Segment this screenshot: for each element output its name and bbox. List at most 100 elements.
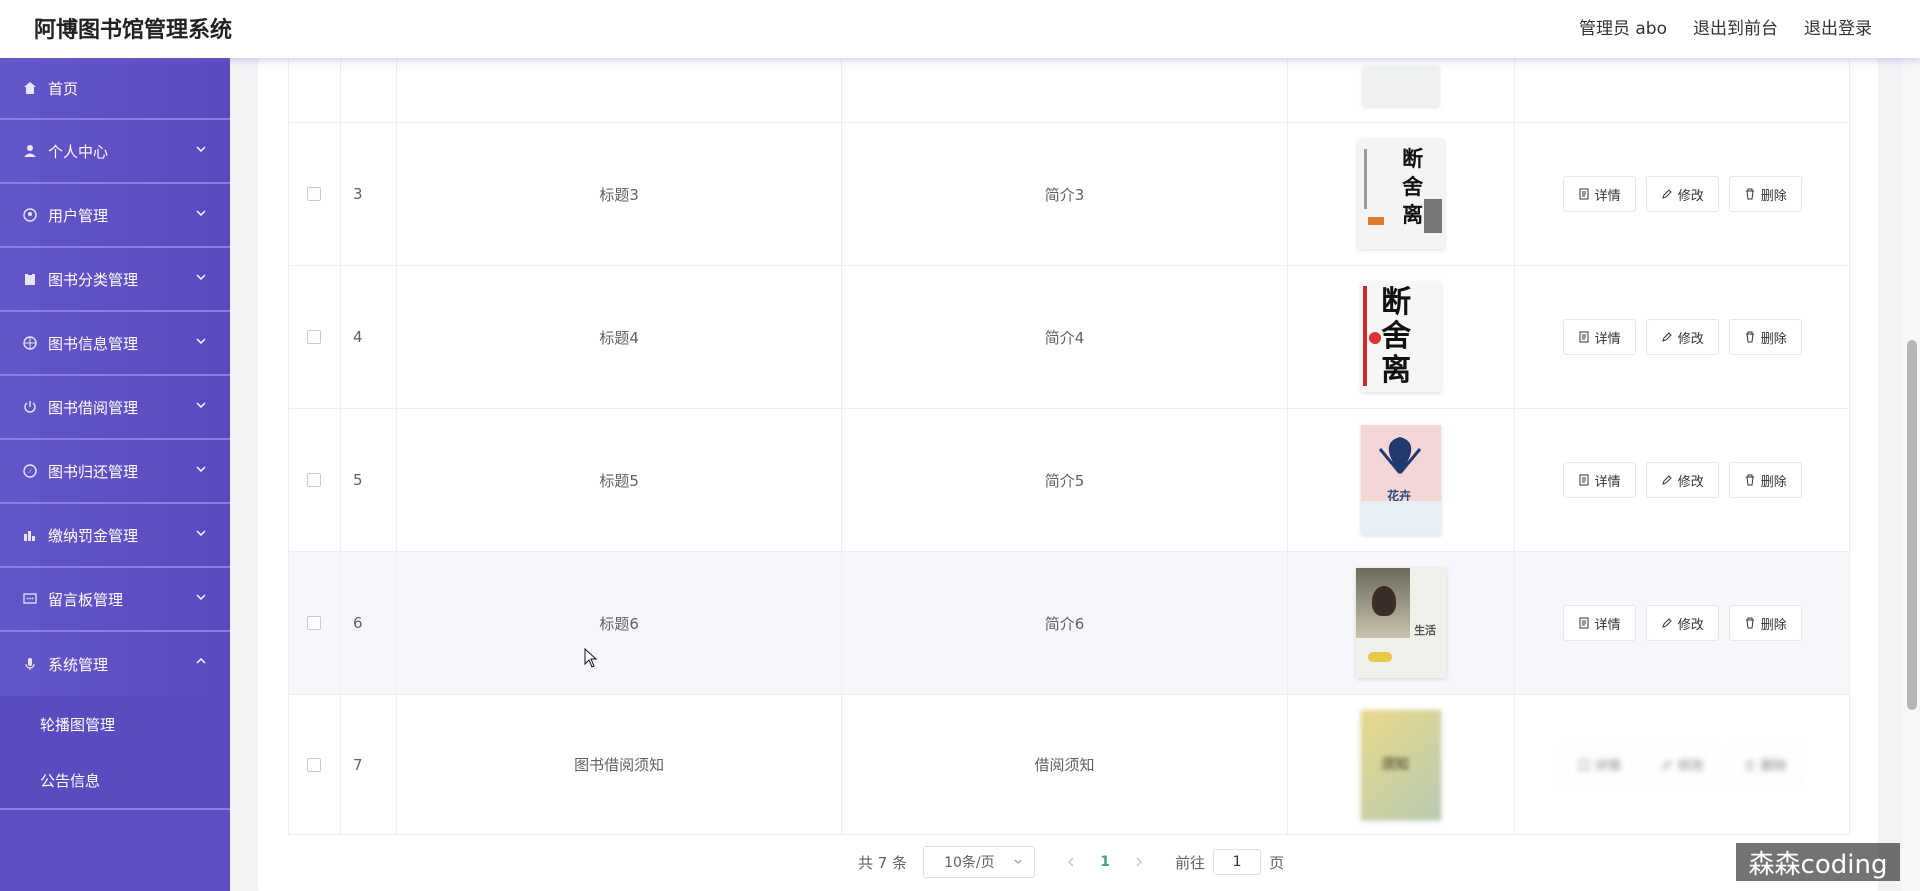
cover-decoration <box>1372 586 1397 616</box>
user-icon <box>22 143 38 159</box>
watermark: 森森coding <box>1736 843 1900 881</box>
page-scrollbar[interactable] <box>1902 58 1920 891</box>
delete-label: 删除 <box>1760 617 1787 633</box>
system-submenu: 轮播图管理 公告信息 <box>0 696 230 808</box>
sidebar: 首页 个人中心 用户管理 图书分类管理 图书信息管理 图书借阅管理 图书归还管理… <box>0 58 230 891</box>
edit-button[interactable]: 修改 <box>1645 746 1719 783</box>
chevron-down-icon <box>196 594 206 601</box>
row-cover-cell <box>1288 58 1516 122</box>
sidebar-item-book-info[interactable]: 图书信息管理 <box>0 312 230 376</box>
sidebar-subitem-notice[interactable]: 公告信息 <box>0 752 230 808</box>
front-link[interactable]: 退出到前台 <box>1693 14 1778 39</box>
sidebar-item-borrow[interactable]: 图书借阅管理 <box>0 376 230 440</box>
document-icon <box>1579 474 1589 486</box>
page-size-select[interactable]: 10条/页 <box>923 846 1036 878</box>
detail-button[interactable]: 详情 <box>1562 319 1636 355</box>
edit-label: 修改 <box>1677 188 1704 204</box>
edit-button[interactable]: 修改 <box>1645 462 1719 498</box>
cover-decoration <box>1368 652 1393 662</box>
prev-page-button[interactable] <box>1057 853 1085 872</box>
detail-button[interactable]: 详情 <box>1562 462 1636 498</box>
edit-button[interactable]: 修改 <box>1645 319 1719 355</box>
row-title: 标题6 <box>397 552 843 694</box>
sidebar-item-users[interactable]: 用户管理 <box>0 184 230 248</box>
pagination: 共 7 条 10条/页 1 前往 页 <box>858 846 1284 878</box>
admin-label[interactable]: 管理员 abo <box>1579 14 1667 39</box>
sidebar-item-label: 首页 <box>48 79 79 98</box>
table-row[interactable]: 3 标题3 简介3 断舍离 详情 修改 删除 <box>289 123 1849 266</box>
home-icon <box>22 80 38 96</box>
sidebar-item-label: 个人中心 <box>48 142 109 161</box>
edit-label: 修改 <box>1677 617 1704 633</box>
sidebar-item-messages[interactable]: 留言板管理 <box>0 568 230 632</box>
delete-button[interactable]: 删除 <box>1728 462 1802 498</box>
row-checkbox[interactable] <box>307 473 322 487</box>
detail-label: 详情 <box>1594 759 1621 774</box>
detail-button[interactable]: 详情 <box>1562 605 1636 641</box>
chevron-down-icon <box>1014 859 1022 864</box>
edit-label: 修改 <box>1677 759 1704 774</box>
delete-button[interactable]: 删除 <box>1728 319 1802 355</box>
sidebar-item-label: 缴纳罚金管理 <box>48 526 139 545</box>
sidebar-item-fines[interactable]: 缴纳罚金管理 <box>0 504 230 568</box>
goto-page-input[interactable] <box>1213 849 1262 875</box>
goto-suffix: 页 <box>1269 853 1285 872</box>
sidebar-item-personal[interactable]: 个人中心 <box>0 120 230 184</box>
row-intro: 简介3 <box>842 123 1288 265</box>
cover-decoration <box>1424 199 1443 233</box>
row-checkbox[interactable] <box>307 616 322 630</box>
detail-label: 详情 <box>1594 331 1621 347</box>
chevron-down-icon <box>196 338 206 345</box>
book-cover-image <box>1363 66 1440 106</box>
message-icon <box>22 591 38 607</box>
book-cover-image: 生活 <box>1356 568 1447 678</box>
row-index: 4 <box>341 266 397 408</box>
table-row[interactable]: 5 标题5 简介5 花卉 详情 修改 删除 <box>289 409 1849 552</box>
row-cover-cell: 生活 <box>1288 552 1516 694</box>
sidebar-item-return[interactable]: 图书归还管理 <box>0 440 230 504</box>
delete-label: 删除 <box>1760 188 1787 204</box>
cover-decoration <box>1364 149 1392 209</box>
sidebar-item-system[interactable]: 系统管理 <box>0 632 230 696</box>
pencil-icon <box>1661 332 1672 342</box>
sidebar-item-home[interactable]: 首页 <box>0 58 230 120</box>
trash-icon <box>1745 331 1754 343</box>
next-page-button[interactable] <box>1125 853 1153 872</box>
detail-button[interactable]: 详情 <box>1562 176 1636 212</box>
table-row[interactable]: 6 标题6 简介6 生活 详情 修改 删除 <box>289 552 1849 695</box>
chevron-left-icon <box>1068 857 1074 866</box>
edit-button[interactable]: 修改 <box>1645 605 1719 641</box>
sidebar-item-book-category[interactable]: 图书分类管理 <box>0 248 230 312</box>
sidebar-subitem-carousel[interactable]: 轮播图管理 <box>0 696 230 752</box>
delete-button[interactable]: 删除 <box>1728 176 1802 212</box>
delete-button[interactable]: 删除 <box>1728 605 1802 641</box>
row-title-cell <box>397 58 843 122</box>
delete-button[interactable]: 删除 <box>1728 746 1802 783</box>
main-panel: 3 标题3 简介3 断舍离 详情 修改 删除 4 标题4 简介4 断舍离 详情 … <box>258 58 1878 891</box>
trash-icon <box>1745 188 1754 200</box>
row-checkbox[interactable] <box>307 187 322 201</box>
header-links: 管理员 abo 退出到前台 退出登录 <box>1579 14 1872 39</box>
chevron-down-icon <box>196 210 206 217</box>
cover-title: 须知 <box>1381 756 1410 773</box>
trash-icon <box>1745 617 1754 629</box>
scrollbar-thumb[interactable] <box>1907 340 1917 710</box>
chart-icon <box>22 527 38 543</box>
edit-button[interactable]: 修改 <box>1645 176 1719 212</box>
mic-icon <box>22 656 38 672</box>
cover-title: 断舍离 <box>1381 285 1412 388</box>
page-number-current[interactable]: 1 <box>1085 854 1125 870</box>
chevron-right-icon <box>1136 857 1143 866</box>
detail-button[interactable]: 详情 <box>1562 746 1636 783</box>
logout-link[interactable]: 退出登录 <box>1804 14 1872 39</box>
row-cover-cell: 断舍离 <box>1288 123 1516 265</box>
table-row[interactable]: 7 图书借阅须知 借阅须知 须知 详情 修改 删除 <box>289 695 1849 835</box>
row-title: 标题5 <box>397 409 843 551</box>
table-row[interactable]: 4 标题4 简介4 断舍离 详情 修改 删除 <box>289 266 1849 409</box>
sidebar-divider <box>0 808 230 810</box>
row-checkbox[interactable] <box>307 330 322 344</box>
row-index: 7 <box>341 695 397 834</box>
document-icon <box>1579 759 1589 770</box>
delete-label: 删除 <box>1760 759 1787 774</box>
row-checkbox[interactable] <box>307 757 322 772</box>
